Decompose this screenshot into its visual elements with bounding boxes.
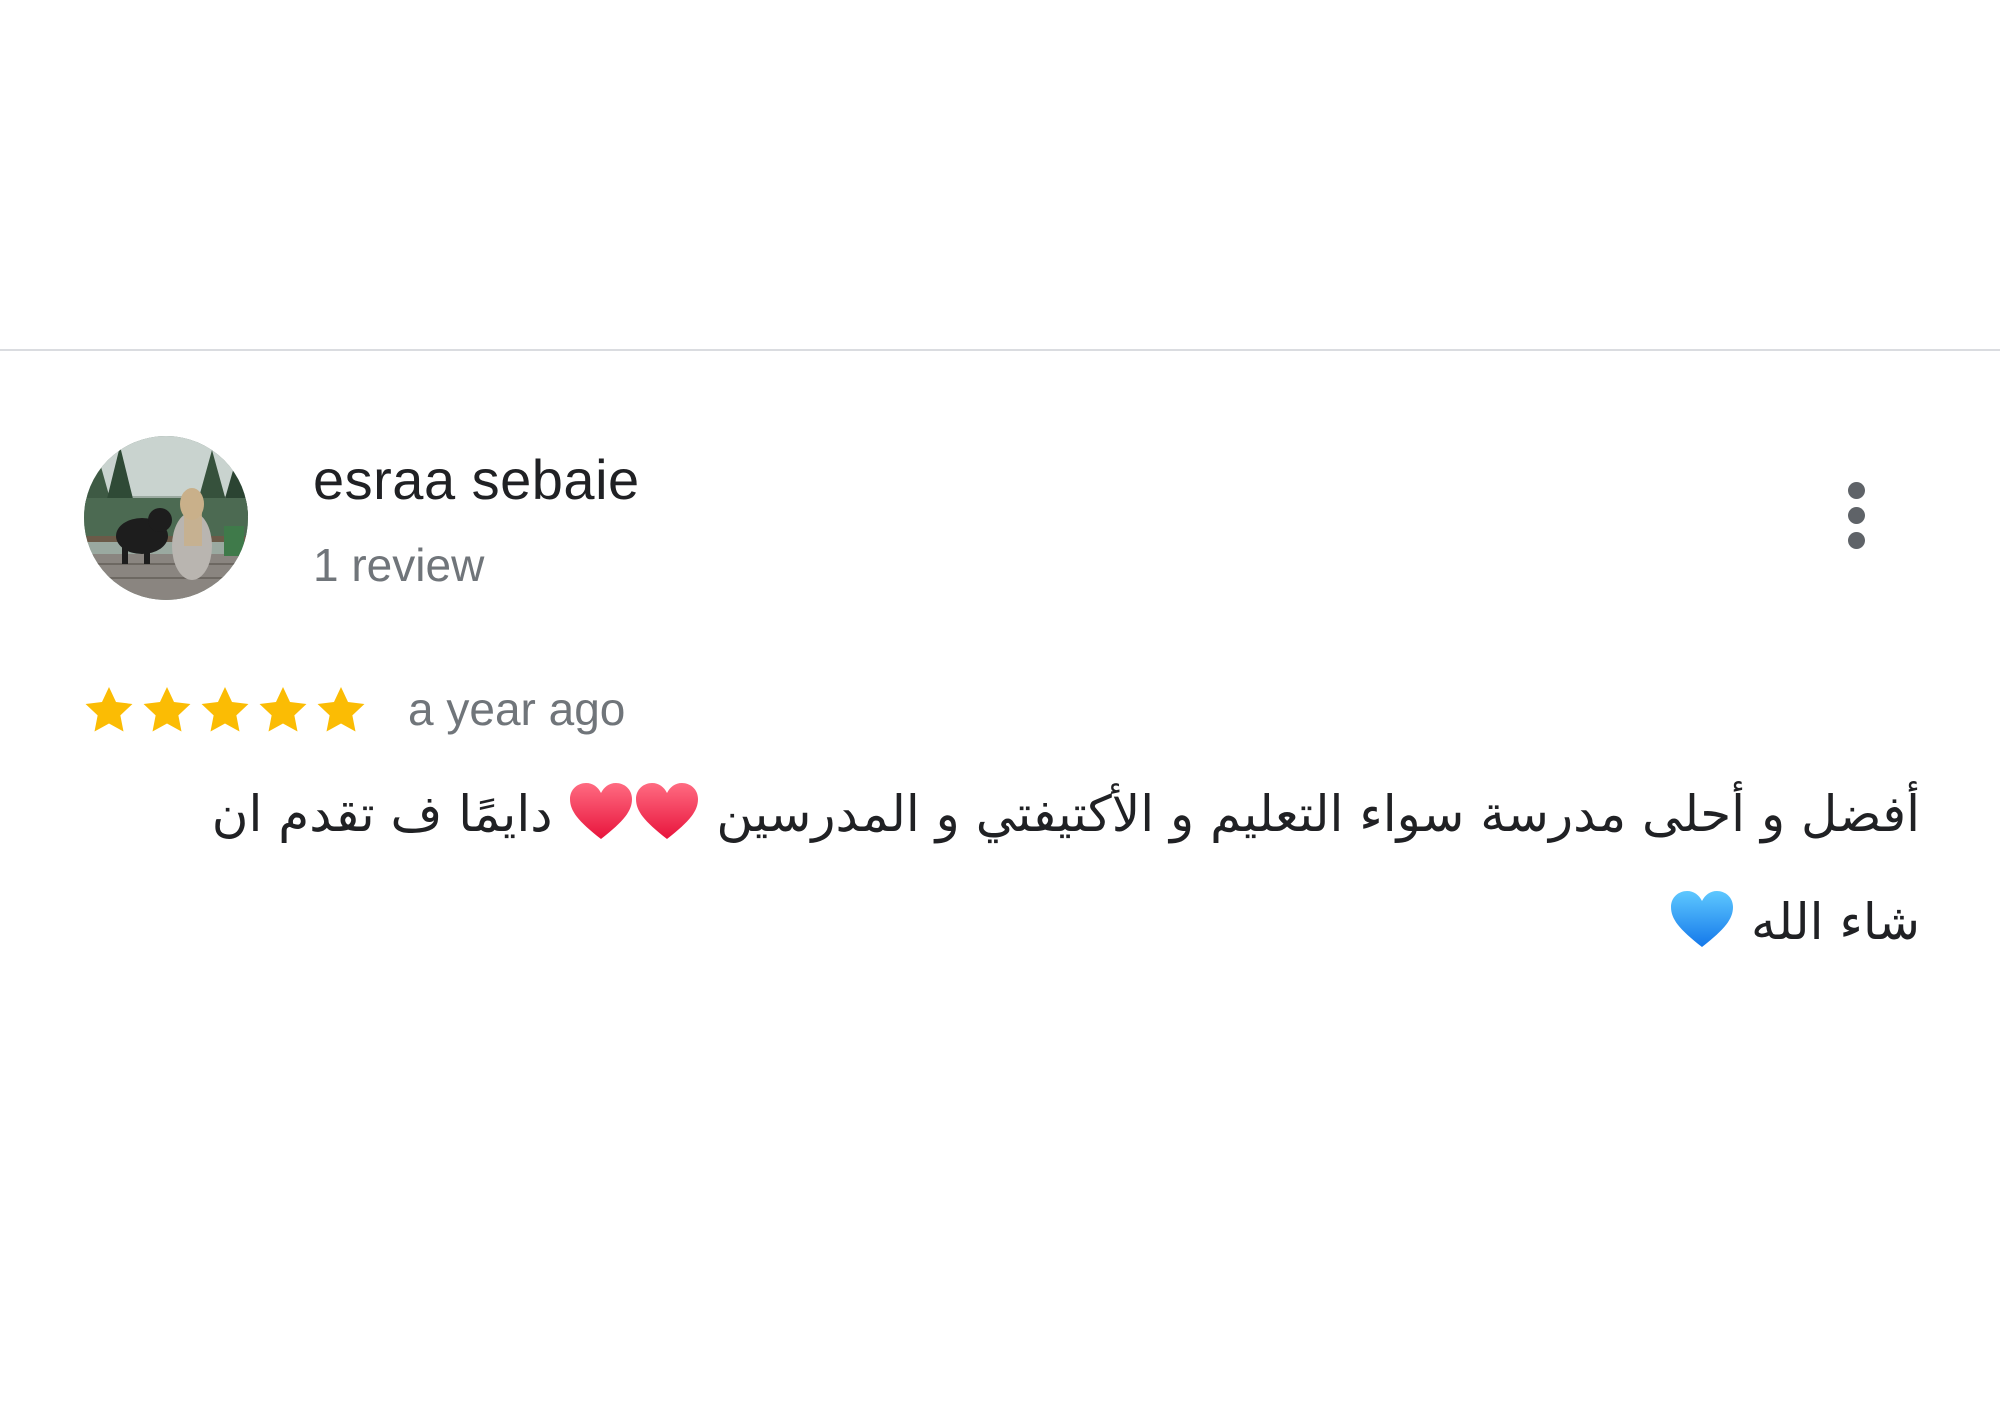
avatar-photo <box>84 436 248 600</box>
star-icon <box>201 687 249 732</box>
review-text-line2: شاء الله <box>1750 893 1920 951</box>
more-options-button[interactable] <box>1828 470 1884 560</box>
more-vertical-icon-dot <box>1848 532 1865 549</box>
more-vertical-icon <box>1848 482 1865 499</box>
star-icon <box>317 687 365 732</box>
red-heart-icon <box>570 783 633 839</box>
review-timestamp: a year ago <box>408 683 626 735</box>
reviewer-review-count[interactable]: 1 review <box>313 538 484 592</box>
section-divider <box>0 349 2000 351</box>
red-heart-icon <box>636 783 699 839</box>
review-text-line1-part1: أفضل و أحلى مدرسة سواء التعليم و الأكتيف… <box>716 785 1920 843</box>
blue-heart-icon <box>1671 891 1734 947</box>
star-icon <box>259 687 307 732</box>
reviewer-name[interactable]: esraa sebaie <box>313 447 640 512</box>
more-vertical-icon-dot <box>1848 507 1865 524</box>
review-text-line1-part2: دايمًا ف تقدم ان <box>211 785 553 843</box>
review-text: أفضل و أحلى مدرسة سواء التعليم و الأكتيف… <box>160 760 1920 976</box>
reviewer-avatar[interactable] <box>84 436 248 600</box>
star-icon <box>85 687 133 732</box>
star-rating <box>80 680 370 740</box>
star-icon <box>143 687 191 732</box>
